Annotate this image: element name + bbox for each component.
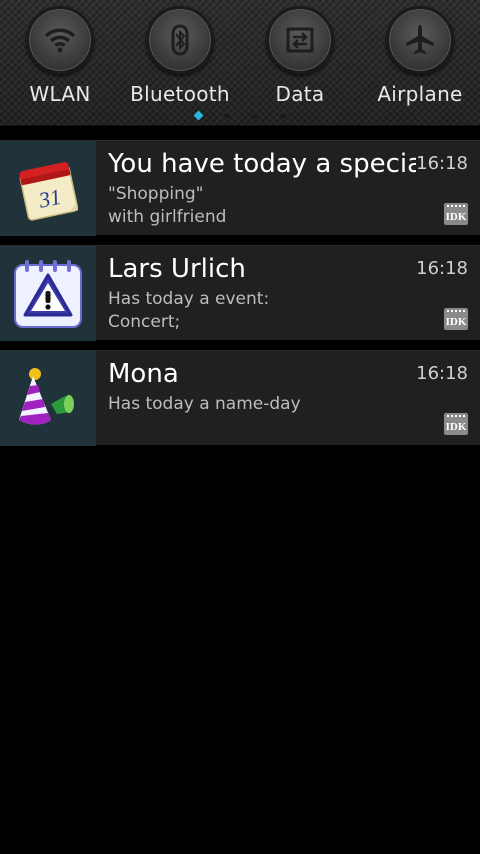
- wifi-icon[interactable]: [26, 6, 94, 74]
- notification-text: with girlfriend: [108, 207, 227, 227]
- notification-item[interactable]: Mona 16:18 Has today a name-day IDK: [0, 350, 480, 446]
- notification-text: Concert;: [108, 312, 181, 332]
- notification-item[interactable]: 31 You have today a specia.. 16:18 "Shop…: [0, 140, 480, 236]
- warning-calendar-icon: [0, 246, 96, 341]
- notification-time: 16:18: [416, 363, 468, 384]
- quick-settings-panel: WLAN Bluetooth Data Airplane: [0, 0, 480, 126]
- app-badge-icon: IDK: [444, 413, 468, 435]
- page-indicator: [0, 110, 480, 122]
- toggle-label: Bluetooth: [130, 82, 230, 106]
- party-hat-icon: [0, 351, 96, 446]
- toggle-wlan[interactable]: WLAN: [0, 4, 120, 114]
- notification-time: 16:18: [416, 153, 468, 174]
- notification-title: Lars Urlich: [108, 254, 246, 284]
- data-icon[interactable]: [266, 6, 334, 74]
- notification-time: 16:18: [416, 258, 468, 279]
- notification-text: Has today a event:: [108, 289, 270, 309]
- page-dot: [224, 114, 230, 118]
- toggle-label: WLAN: [29, 82, 91, 106]
- app-badge-icon: IDK: [444, 308, 468, 330]
- app-badge-icon: IDK: [444, 203, 468, 225]
- page-dot: [252, 114, 258, 118]
- page-dot: [280, 114, 286, 118]
- notification-title: Mona: [108, 359, 179, 389]
- toggle-bluetooth[interactable]: Bluetooth: [120, 4, 240, 114]
- airplane-icon[interactable]: [386, 6, 454, 74]
- page-dot-active: [193, 110, 204, 121]
- toggle-data[interactable]: Data: [240, 4, 360, 114]
- notification-text: Has today a name-day: [108, 394, 301, 414]
- notification-item[interactable]: Lars Urlich 16:18 Has today a event: Con…: [0, 245, 480, 341]
- bluetooth-icon[interactable]: [146, 6, 214, 74]
- divider: [0, 126, 480, 140]
- toggle-label: Airplane: [377, 82, 463, 106]
- toggle-airplane[interactable]: Airplane: [360, 4, 480, 114]
- calendar-31-icon: 31: [0, 141, 96, 236]
- toggle-label: Data: [275, 82, 325, 106]
- notification-title: You have today a specia..: [108, 149, 416, 179]
- notification-text: "Shopping": [108, 184, 204, 204]
